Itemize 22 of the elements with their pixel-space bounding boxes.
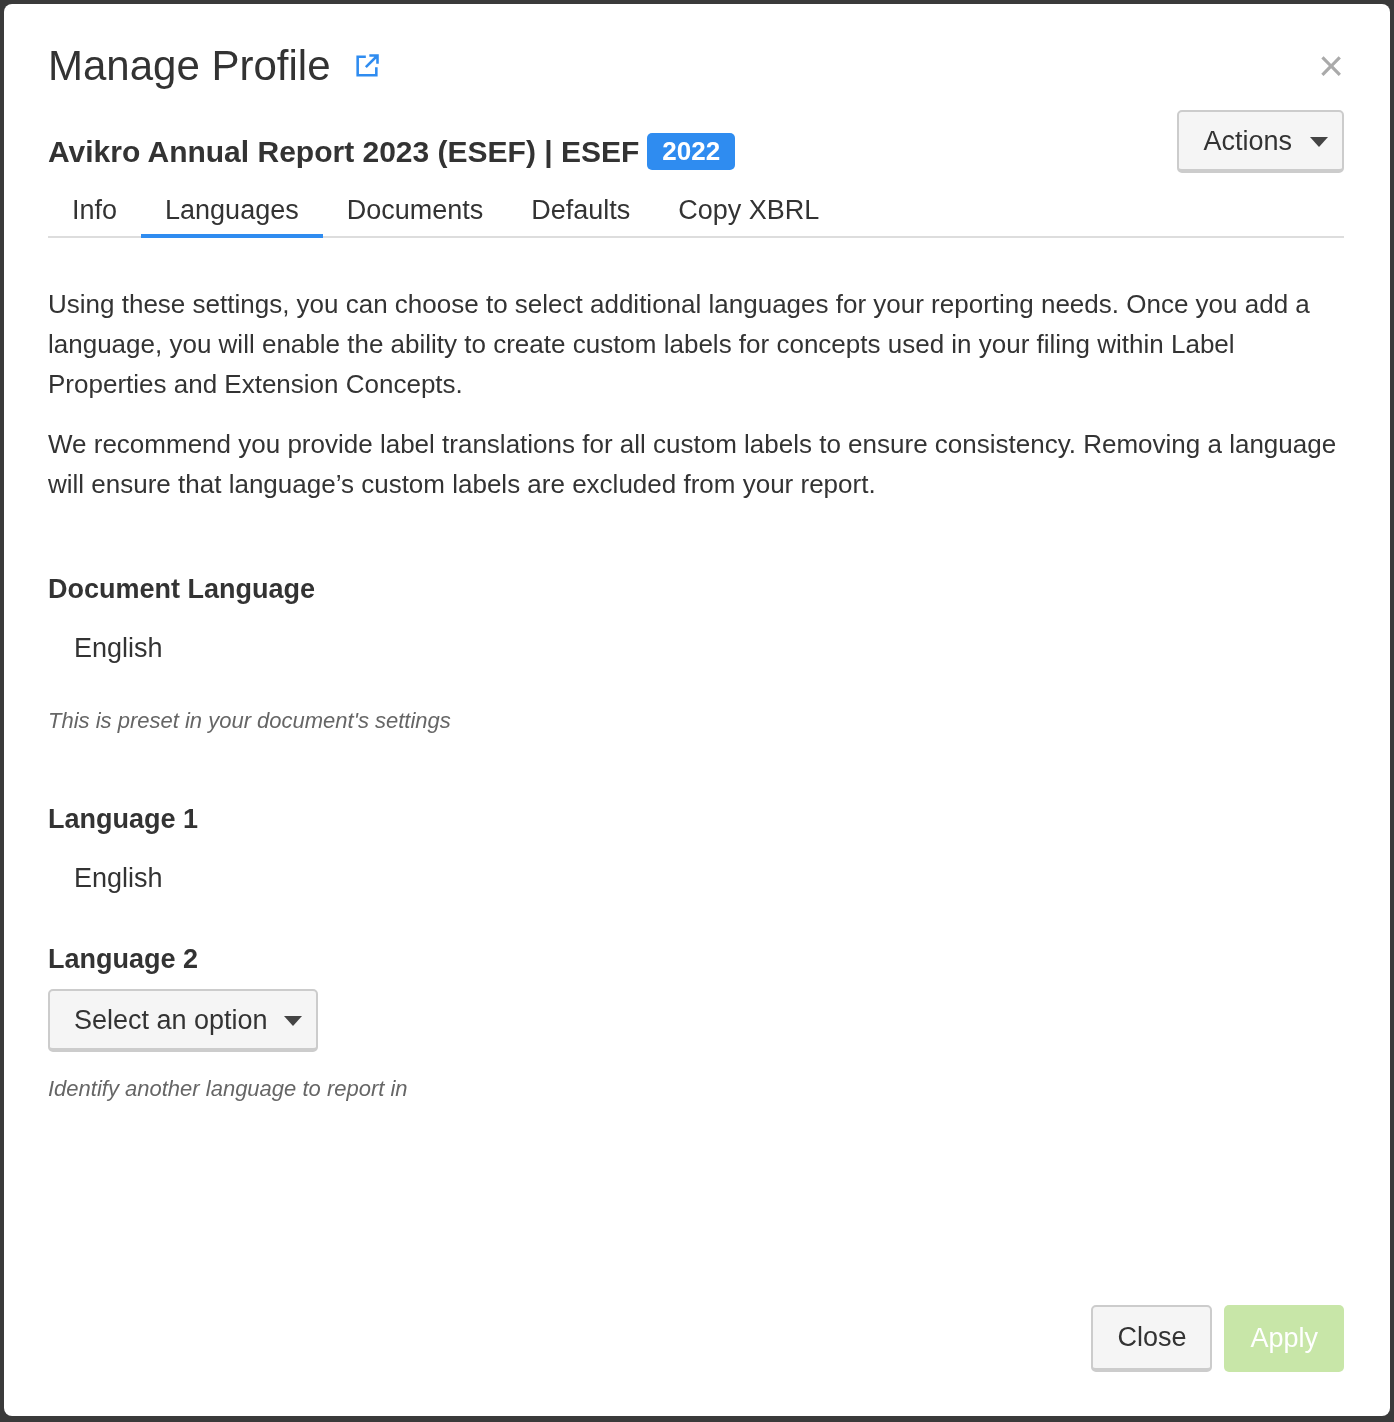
tab[interactable]: Defaults bbox=[507, 187, 655, 238]
tab[interactable]: Languages bbox=[141, 187, 323, 238]
profile-name: Avikro Annual Report 2023 (ESEF) | ESEF bbox=[48, 134, 640, 169]
close-button[interactable]: Close bbox=[1091, 1305, 1213, 1372]
field-value: English bbox=[74, 633, 164, 664]
dialog-title: Manage Profile bbox=[48, 42, 331, 90]
description-paragraph: Using these settings, you can choose to select additional languages for your reporting needs. Once you add a language, you will enable the ability to create custom labels for concepts used in your filing within Label Properties and Extension Concepts. bbox=[48, 288, 1311, 401]
field-label: Language 1 bbox=[48, 804, 200, 835]
description-paragraph: We recommend you provide label translations for all custom labels to ensure consistency. Removing a language will ensure that language’s custom labels are excluded from your report. bbox=[48, 428, 1338, 501]
field-hint: Identify another language to report in bbox=[48, 1076, 409, 1102]
field-value: English bbox=[74, 863, 164, 894]
field-label: Language 2 bbox=[48, 944, 200, 975]
actions-button[interactable]: Actions bbox=[1177, 110, 1344, 173]
tab[interactable]: Info bbox=[48, 187, 142, 238]
year-badge: 2022 bbox=[647, 133, 736, 170]
field-hint: This is preset in your document's settings bbox=[48, 708, 452, 734]
field-label: Document Language bbox=[48, 574, 317, 605]
language-select[interactable]: Select an option bbox=[48, 989, 318, 1052]
tab[interactable]: Documents bbox=[322, 187, 508, 238]
caret-icon bbox=[1310, 136, 1328, 147]
caret-icon bbox=[283, 1015, 302, 1026]
tab[interactable]: Copy XBRL bbox=[654, 187, 844, 238]
